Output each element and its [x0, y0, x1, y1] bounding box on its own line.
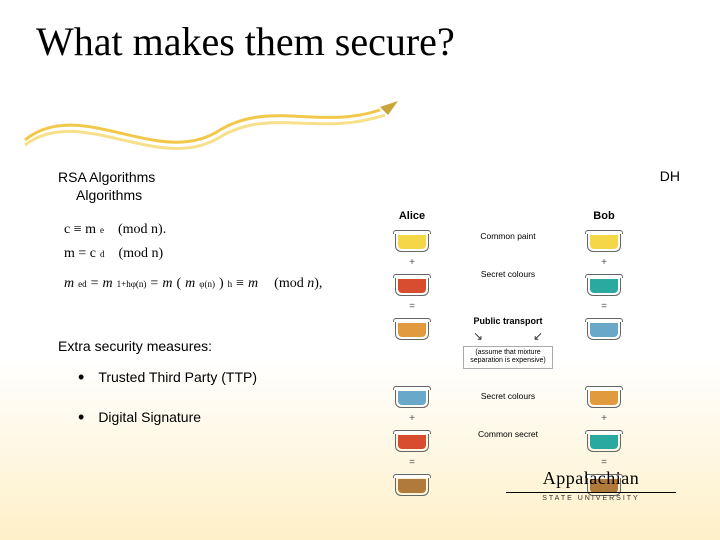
rsa-heading: RSA Algorithms Algorithms [58, 168, 155, 204]
equals-icon: = [601, 458, 607, 468]
equals-icon: = [409, 458, 415, 468]
plus-icon: + [409, 414, 415, 424]
logo-rule [506, 492, 676, 493]
label-secret-colours: Secret colours [481, 269, 535, 279]
bullet-ttp: Trusted Third Party (TTP) [98, 369, 257, 385]
beaker-alice-secret [395, 274, 429, 296]
plus-icon: + [601, 258, 607, 268]
dh-middle-labels: Common paint Secret colours Public trans… [453, 210, 563, 439]
beaker-final-alice [395, 474, 429, 496]
beaker-from-bob [395, 386, 429, 408]
label-common-secret: Common secret [478, 429, 538, 439]
beaker-alice-mix [395, 318, 429, 340]
bullet-signature: Digital Signature [98, 409, 201, 425]
list-item: Trusted Third Party (TTP) [78, 368, 257, 386]
bob-column: Bob + = + = [570, 210, 638, 496]
beaker-alice-secret2 [395, 430, 429, 452]
alice-column: Alice + = + = [378, 210, 446, 496]
beaker-from-alice [587, 386, 621, 408]
dh-paint-diagram: Alice + = + = Common paint Secret colour… [378, 210, 638, 496]
plus-icon: + [601, 414, 607, 424]
beaker-common-alice [395, 230, 429, 252]
bob-label: Bob [593, 210, 614, 222]
plus-icon: + [409, 258, 415, 268]
logo-text: Appalachian [543, 468, 639, 488]
university-logo: Appalachian STATE UNIVERSITY [506, 468, 676, 502]
beaker-bob-mix [587, 318, 621, 340]
alice-label: Alice [399, 210, 425, 222]
rsa-line2: Algorithms [76, 186, 155, 204]
rsa-formulas: c ≡ me (mod n). m = cd (mod n) med = m1+… [64, 218, 322, 295]
formula-encrypt: c ≡ me (mod n). [64, 218, 322, 242]
dh-heading: DH [660, 168, 680, 184]
label-common-paint: Common paint [480, 231, 535, 241]
extra-security-heading: Extra security measures: [58, 338, 212, 354]
swoosh-graphic [20, 85, 420, 165]
label-secret-colours2: Secret colours [481, 391, 535, 401]
formula-proof: med = m1+hφ(n) = m(mφ(n))h ≡ m (mod n), [64, 272, 322, 296]
equals-icon: = [601, 302, 607, 312]
beaker-bob-secret2 [587, 430, 621, 452]
rsa-line1: RSA Algorithms [58, 168, 155, 186]
formula-decrypt: m = cd (mod n) [64, 242, 322, 266]
beaker-bob-secret [587, 274, 621, 296]
slide-title: What makes them secure? [36, 18, 455, 65]
transport-note: (assume that mixture separation is expen… [463, 346, 553, 369]
label-public-transport: Public transport [473, 316, 542, 326]
beaker-common-bob [587, 230, 621, 252]
equals-icon: = [409, 302, 415, 312]
extra-security-list: Trusted Third Party (TTP) Digital Signat… [78, 368, 257, 448]
list-item: Digital Signature [78, 408, 257, 426]
logo-subtext: STATE UNIVERSITY [506, 495, 676, 502]
exchange-arrows: ↘↙ [473, 329, 543, 343]
